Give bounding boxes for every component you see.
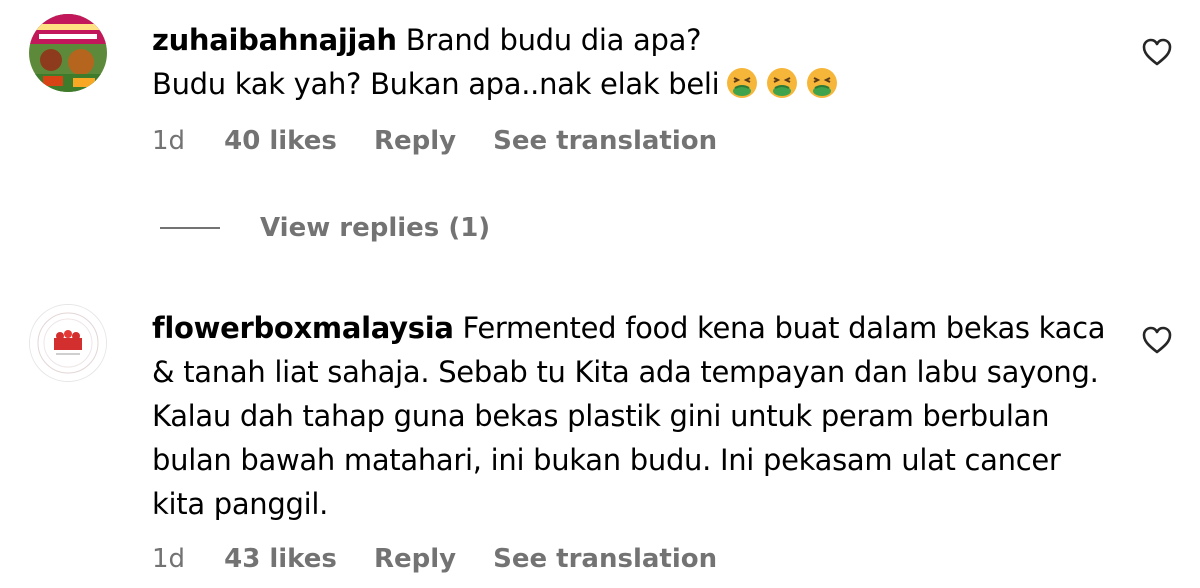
heart-outline-icon[interactable] <box>1142 326 1172 354</box>
reply-button[interactable]: Reply <box>374 544 456 574</box>
view-replies-label: View replies (1) <box>260 213 491 243</box>
comment-item: zuhaibahnajjah Brand budu dia apa? Budu … <box>0 0 1200 270</box>
comment-text: zuhaibahnajjah Brand budu dia apa? Budu … <box>152 18 1112 106</box>
nauseated-face-emoji <box>805 66 839 100</box>
reply-button[interactable]: Reply <box>374 126 456 156</box>
see-translation-button[interactable]: See translation <box>493 544 717 574</box>
likes-count[interactable]: 40 likes <box>224 126 337 156</box>
heart-outline-icon[interactable] <box>1142 38 1172 66</box>
comment-username[interactable]: flowerboxmalaysia <box>152 311 454 345</box>
comment-age[interactable]: 1d <box>152 544 185 574</box>
comment-body-line2: Budu kak yah? Bukan apa..nak elak beli <box>152 67 720 101</box>
avatar[interactable] <box>29 14 107 92</box>
comment-username[interactable]: zuhaibahnajjah <box>152 23 397 57</box>
view-replies-divider <box>160 227 220 229</box>
nauseated-face-emoji <box>765 66 799 100</box>
comment-meta: 1d 40 likes Reply See translation <box>152 126 745 156</box>
likes-count[interactable]: 43 likes <box>224 544 337 574</box>
nauseated-face-emoji <box>725 66 759 100</box>
comment-meta: 1d 43 likes Reply See translation <box>152 544 745 574</box>
comment-text: flowerboxmalaysia Fermented food kena bu… <box>152 306 1112 526</box>
view-replies-button[interactable]: View replies (1) <box>160 210 490 246</box>
avatar[interactable] <box>29 304 107 382</box>
see-translation-button[interactable]: See translation <box>493 126 717 156</box>
comment-body-line1: Brand budu dia apa? <box>405 23 702 57</box>
comment-item: flowerboxmalaysia Fermented food kena bu… <box>0 290 1200 588</box>
comment-age[interactable]: 1d <box>152 126 185 156</box>
